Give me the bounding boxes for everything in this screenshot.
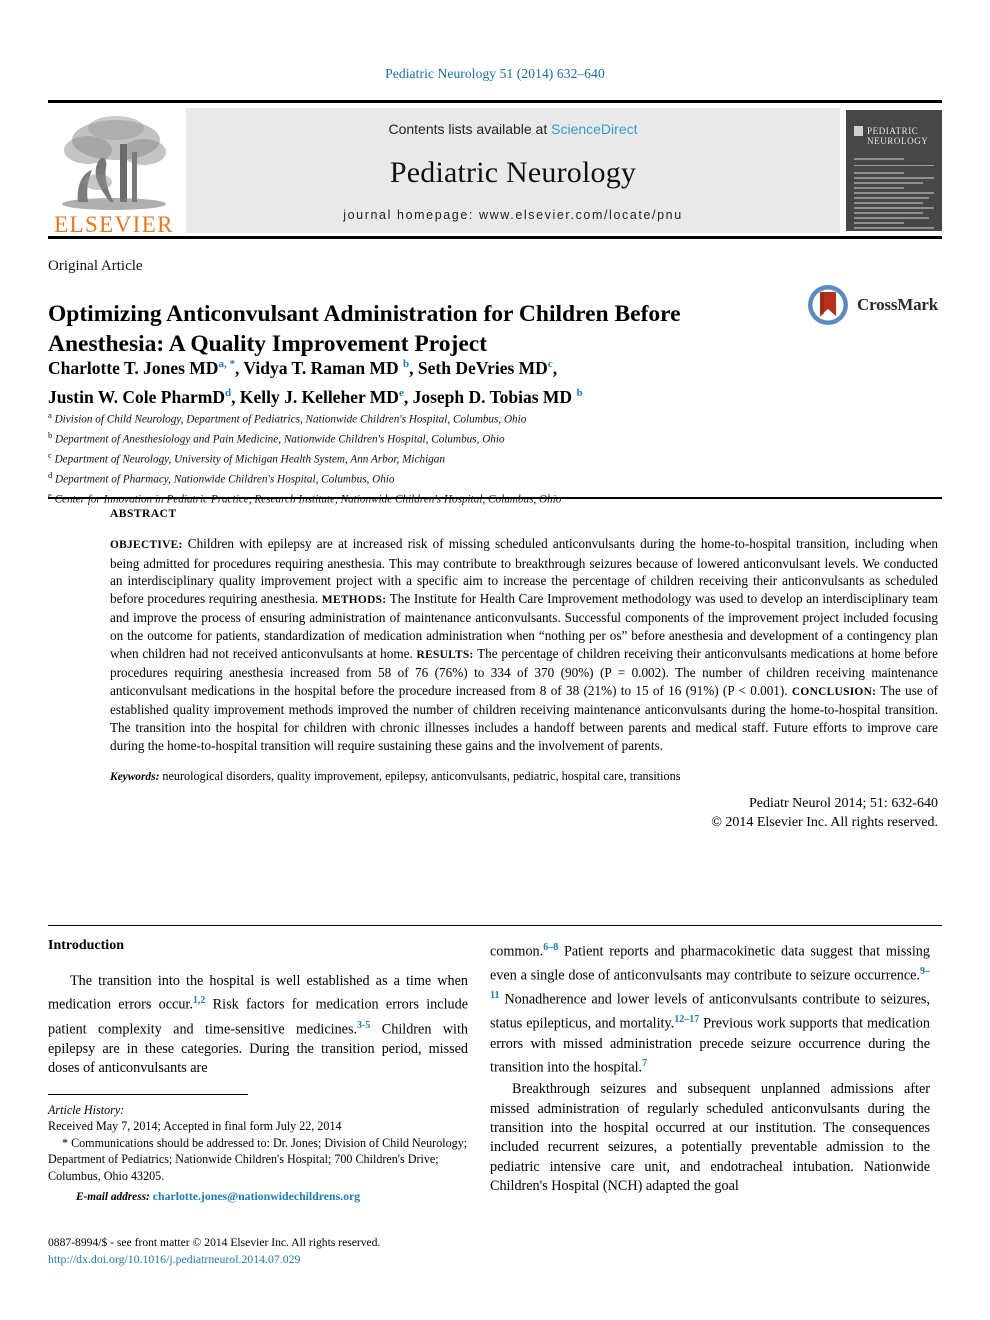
affiliation-d: d Department of Pharmacy, Nationwide Chi… (48, 469, 395, 486)
citation-ref-1-2[interactable]: 1,2 (193, 995, 206, 1006)
citation-ref-6-8[interactable]: 6–8 (543, 942, 558, 953)
citation-ref-12-17[interactable]: 12–17 (674, 1014, 699, 1025)
contents-available-line: Contents lists available at ScienceDirec… (388, 121, 637, 137)
author-1: Charlotte T. Jones MDa, * (48, 357, 235, 378)
intro-paragraph-2: Breakthrough seizures and subsequent unp… (490, 1081, 930, 1195)
author-3: Seth DeVries MDc (417, 357, 553, 378)
contents-prefix: Contents lists available at (388, 121, 552, 137)
crossmark-badge[interactable]: CrossMark (806, 283, 938, 327)
citation-ref-3-5[interactable]: 3-5 (357, 1020, 370, 1031)
page-title: Optimizing Anticonvulsant Administration… (48, 300, 681, 357)
citation-line: Pediatr Neurol 2014; 51: 632-640 (749, 796, 938, 812)
email-line: E-mail address: charlotte.jones@nationwi… (48, 1188, 468, 1205)
abstract-conclusion-label: CONCLUSION: (791, 685, 877, 698)
cover-emblem-icon (854, 126, 863, 136)
intro-paragraph-1: The transition into the hospital is well… (48, 973, 468, 1077)
journal-title: Pediatric Neurology (389, 155, 637, 189)
masthead-center: Contents lists available at ScienceDirec… (186, 108, 840, 233)
author-4: Justin W. Cole PharmDd (48, 386, 232, 407)
running-head: Pediatric Neurology 51 (2014) 632–640 (385, 66, 605, 81)
footnote-rule (48, 1094, 248, 1095)
corresponding-author-note: * Communications should be addressed to:… (48, 1135, 468, 1183)
abstract-heading: ABSTRACT (110, 508, 177, 520)
journal-cover-thumbnail[interactable]: PEDIATRIC NEUROLOGY (846, 110, 942, 231)
abstract-objective-label: OBJECTIVE: (110, 539, 183, 551)
intro-paragraph-1-continued: common.6–8 Patient reports and pharmacok… (490, 942, 930, 1076)
issn-copyright-line: 0887-8994/$ - see front matter © 2014 El… (48, 1236, 381, 1249)
elsevier-wordmark: ELSEVIER (54, 212, 174, 237)
body-column-right: common.6–8 Patient reports and pharmacok… (490, 938, 930, 1199)
email-link[interactable]: charlotte.jones@nationwidechildrens.org (153, 1189, 360, 1203)
citation-ref-7[interactable]: 7 (642, 1058, 647, 1069)
crossmark-label: CrossMark (857, 295, 938, 314)
abstract-section: ABSTRACT OBJECTIVE: Children with epilep… (110, 508, 938, 831)
abstract-results-label: RESULTS: (416, 648, 474, 661)
elsevier-logo: ELSEVIER (48, 105, 180, 238)
elsevier-tree-icon (58, 114, 170, 212)
keywords-text: neurological disorders, quality improvem… (159, 769, 681, 784)
abstract-methods-label: METHODS: (321, 593, 387, 606)
footnote-block: Article History: Received May 7, 2014; A… (48, 1102, 468, 1205)
doi-link[interactable]: http://dx.doi.org/10.1016/j.pediatrneuro… (48, 1252, 488, 1267)
author-6: Joseph D. Tobias MD b (412, 386, 583, 407)
abstract-top-rule (48, 497, 942, 499)
section-heading-introduction: Introduction (48, 938, 124, 953)
journal-homepage[interactable]: journal homepage: www.elsevier.com/locat… (343, 208, 683, 222)
body-column-left: Introduction The transition into the hos… (48, 938, 468, 1081)
abstract-text: OBJECTIVE: Children with epilepsy are at… (110, 535, 938, 754)
author-2: Vidya T. Raman MD b (243, 357, 410, 378)
article-type-label: Original Article (48, 258, 143, 274)
keywords-line: Keywords: neurological disorders, qualit… (110, 768, 938, 785)
affiliation-c: c Department of Neurology, University of… (48, 449, 445, 466)
copyright-line: © 2014 Elsevier Inc. All rights reserved… (711, 815, 938, 831)
email-label: E-mail address: (76, 1191, 150, 1204)
cover-title-line1: PEDIATRIC (867, 126, 919, 136)
sciencedirect-link[interactable]: ScienceDirect (551, 121, 637, 137)
author-list: Charlotte T. Jones MDa, *, Vidya T. Rama… (48, 357, 583, 407)
article-page: Pediatric Neurology 51 (2014) 632–640 EL… (0, 0, 990, 1320)
keywords-label: Keywords: (110, 771, 160, 784)
journal-masthead: ELSEVIER Contents lists available at Sci… (48, 100, 942, 239)
author-5: Kelly J. Kelleher MDe (239, 386, 404, 407)
cover-placeholder-text (854, 172, 934, 231)
abstract-bottom-rule (48, 925, 942, 926)
cover-title-line2: NEUROLOGY (867, 136, 929, 146)
article-history-dates: Received May 7, 2014; Accepted in final … (48, 1119, 342, 1134)
article-history-label: Article History: (48, 1103, 125, 1117)
affiliation-list: a Division of Child Neurology, Departmen… (48, 408, 848, 508)
crossmark-icon (808, 285, 848, 325)
affiliation-b: b Department of Anesthesiology and Pain … (48, 429, 505, 446)
affiliation-a: a Division of Child Neurology, Departmen… (48, 410, 527, 426)
